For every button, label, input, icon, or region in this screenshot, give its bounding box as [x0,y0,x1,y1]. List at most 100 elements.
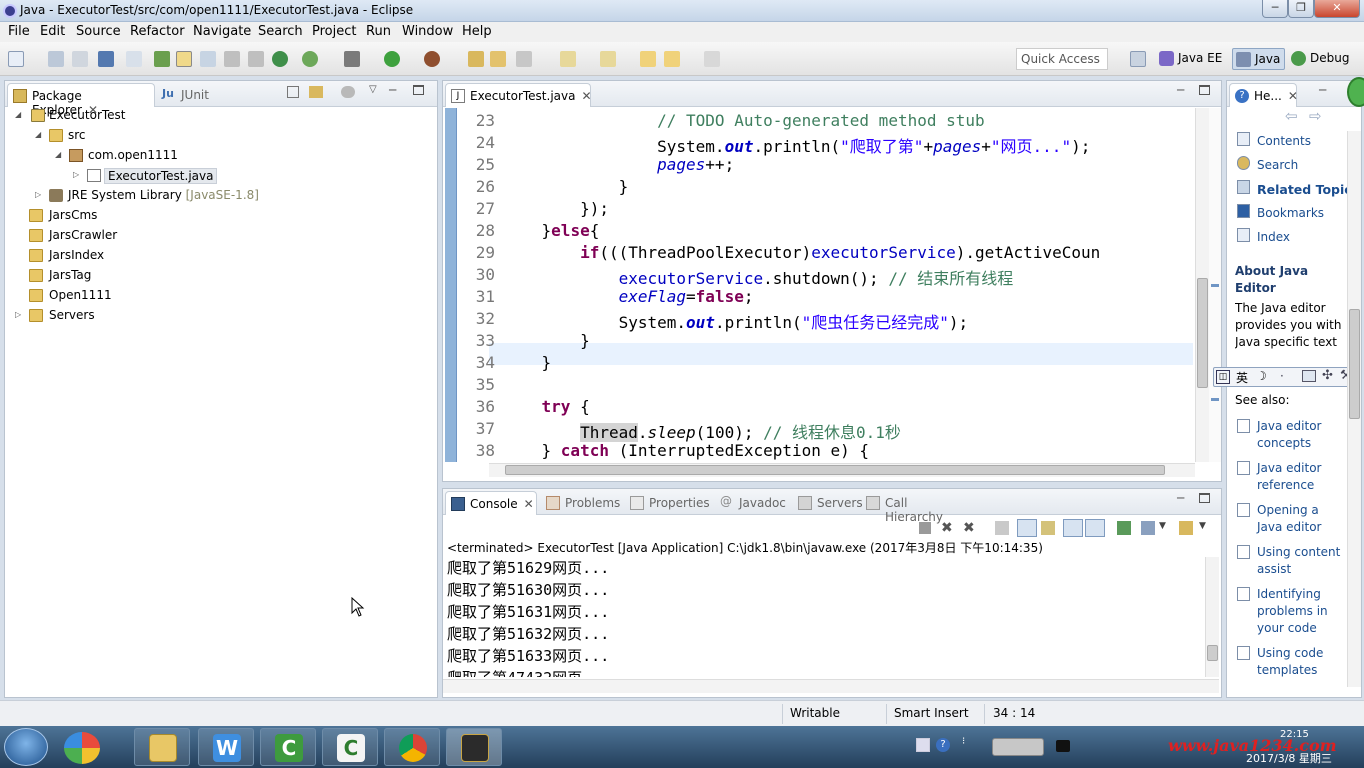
help-link-contents[interactable]: Contents [1257,133,1311,150]
prev-annotation-icon[interactable] [600,51,616,67]
ime-lang-label[interactable]: 英 [1236,369,1248,386]
code-line[interactable]: 32 System.out.println("爬虫任务已经完成"); [457,309,1195,332]
scroll-thumb[interactable] [505,465,1165,475]
terminal-icon[interactable] [98,51,114,67]
code-line[interactable]: 33 } [457,331,1195,353]
code-line[interactable]: 29 if(((ThreadPoolExecutor)executorServi… [457,243,1195,265]
tree-item-jarscrawler[interactable]: JarsCrawler [5,226,435,246]
forward-arrow-icon[interactable]: ⇨ [1309,107,1322,125]
highlight-icon[interactable] [176,51,192,67]
tree-item-executortest-java[interactable]: ▷ ExecutorTest.java [5,166,435,186]
tab-executortest-java[interactable]: J ExecutorTest.java ✕ [445,83,592,107]
dropdown-icon[interactable]: ▼ [1159,521,1166,531]
app-colorful-icon[interactable] [64,732,100,764]
minimize-view-icon[interactable]: ─ [1177,491,1184,505]
collapse-all-icon[interactable] [287,86,299,98]
code-line[interactable]: 37 Thread.sleep(100); // 线程休息0.1秒 [457,419,1195,442]
maximize-button[interactable]: ❐ [1288,0,1314,18]
close-icon[interactable]: ✕ [581,89,591,103]
menu-navigate[interactable]: Navigate [193,24,251,39]
close-button[interactable]: ✕ [1314,0,1360,18]
code-line[interactable]: 23 // TODO Auto-generated method stub [457,111,1195,133]
help-link-editor-reference[interactable]: Java editor reference [1257,460,1347,494]
toggle-mark-icon[interactable] [154,51,170,67]
save-all-icon[interactable] [72,51,88,67]
console-vscroll[interactable] [1205,557,1219,677]
tab-problems[interactable]: Problems [541,491,623,515]
tab-javadoc[interactable]: @ Javadoc [715,491,791,515]
help-link-index[interactable]: Index [1257,229,1290,246]
ime-keyboard-icon[interactable] [1302,370,1316,382]
skip-breakpoints-icon[interactable] [126,51,142,67]
tree-item-servers[interactable]: ▷ Servers [5,306,435,326]
open-perspective-icon[interactable] [1130,51,1146,67]
code-line[interactable]: 30 executorService.shutdown(); // 结束所有线程 [457,265,1195,288]
menu-refactor[interactable]: Refactor [130,24,185,39]
help-vscroll[interactable] [1347,131,1361,687]
code-line[interactable]: 26 } [457,177,1195,199]
scroll-thumb[interactable] [1349,309,1360,419]
console-hscroll[interactable] [443,679,1219,693]
ime-moon-icon[interactable]: ☽ [1256,369,1267,383]
quick-access-input[interactable]: Quick Access [1016,48,1108,70]
new-icon[interactable] [8,51,24,67]
tree-item-open1111[interactable]: Open1111 [5,286,435,306]
perspective-debug[interactable]: Debug [1288,48,1353,70]
minimize-view-icon[interactable]: ─ [1177,83,1184,97]
code-area[interactable]: 23 // TODO Auto-generated method stub 24 … [457,111,1195,463]
block-select-icon[interactable] [200,51,216,67]
display-console-icon[interactable] [1141,521,1155,535]
tray-slider[interactable] [992,738,1044,756]
close-icon[interactable]: ✕ [1288,89,1298,103]
menu-window[interactable]: Window [402,24,453,39]
help-link-related-topics[interactable]: Related Topics [1257,181,1359,198]
menu-search[interactable]: Search [258,24,303,39]
menu-source[interactable]: Source [76,24,121,39]
open-type-icon[interactable] [468,51,484,67]
ime-dot-icon[interactable]: · [1280,369,1284,383]
perspective-java[interactable]: Java [1232,48,1286,70]
save-icon[interactable] [48,51,64,67]
menu-file[interactable]: File [8,24,30,39]
menu-project[interactable]: Project [312,24,356,39]
tree-item-jarstag[interactable]: JarsTag [5,266,435,286]
paragraph-icon[interactable] [248,51,264,67]
next-annotation-icon[interactable] [560,51,576,67]
refresh-icon[interactable] [302,51,318,67]
focus-icon[interactable] [341,86,355,98]
tray-expand-icon[interactable]: ⁝ [962,736,965,747]
help-link-code-templates[interactable]: Using code templates [1257,645,1347,679]
tree-item-package[interactable]: ◢ com.open1111 [5,146,435,166]
last-edit-icon[interactable] [640,51,656,67]
scroll-thumb[interactable] [1207,645,1218,661]
maximize-view-icon[interactable] [1199,85,1210,95]
tree-item-jarscms[interactable]: JarsCms [5,206,435,226]
back-arrow-icon[interactable]: ⇦ [1285,107,1298,125]
code-line[interactable]: 34 } [457,353,1195,375]
code-line[interactable]: 28 }else{ [457,221,1195,243]
help-link-search[interactable]: Search [1257,157,1298,174]
tree-item-executortest[interactable]: ◢ ExecutorTest [5,106,435,126]
code-line[interactable]: 38 } catch (InterruptedException e) { [457,441,1195,463]
open-folder-icon[interactable] [490,51,506,67]
terminate-icon[interactable] [919,522,931,534]
ime-mode-icon[interactable]: ◫ [1216,370,1230,384]
show-whitespace-icon[interactable] [224,51,240,67]
show-stderr-icon[interactable] [1085,519,1105,537]
ime-settings-icon[interactable]: ✣ [1322,368,1333,383]
tray-ime-icon[interactable] [916,738,930,752]
menu-edit[interactable]: Edit [40,24,65,39]
ime-toolbar[interactable]: ◫ 英 ☽ · ✣ ⚒ [1213,367,1361,387]
menu-run[interactable]: Run [366,24,391,39]
help-link-opening-editor[interactable]: Opening a Java editor [1257,502,1347,536]
taskbar-explorer[interactable] [134,728,190,766]
tray-help-icon[interactable]: ? [936,738,950,752]
help-link-identifying-problems[interactable]: Identifying problems in your code [1257,586,1347,637]
tree-item-jarsindex[interactable]: JarsIndex [5,246,435,266]
show-stdout-icon[interactable] [1063,519,1083,537]
scroll-lock-icon[interactable] [1017,519,1037,537]
tab-servers[interactable]: Servers [793,491,865,515]
code-line[interactable]: 24 System.out.println("爬取了第"+pages+"网页..… [457,133,1195,156]
tab-properties[interactable]: Properties [625,491,713,515]
taskbar-camtasia[interactable]: C [260,728,316,766]
